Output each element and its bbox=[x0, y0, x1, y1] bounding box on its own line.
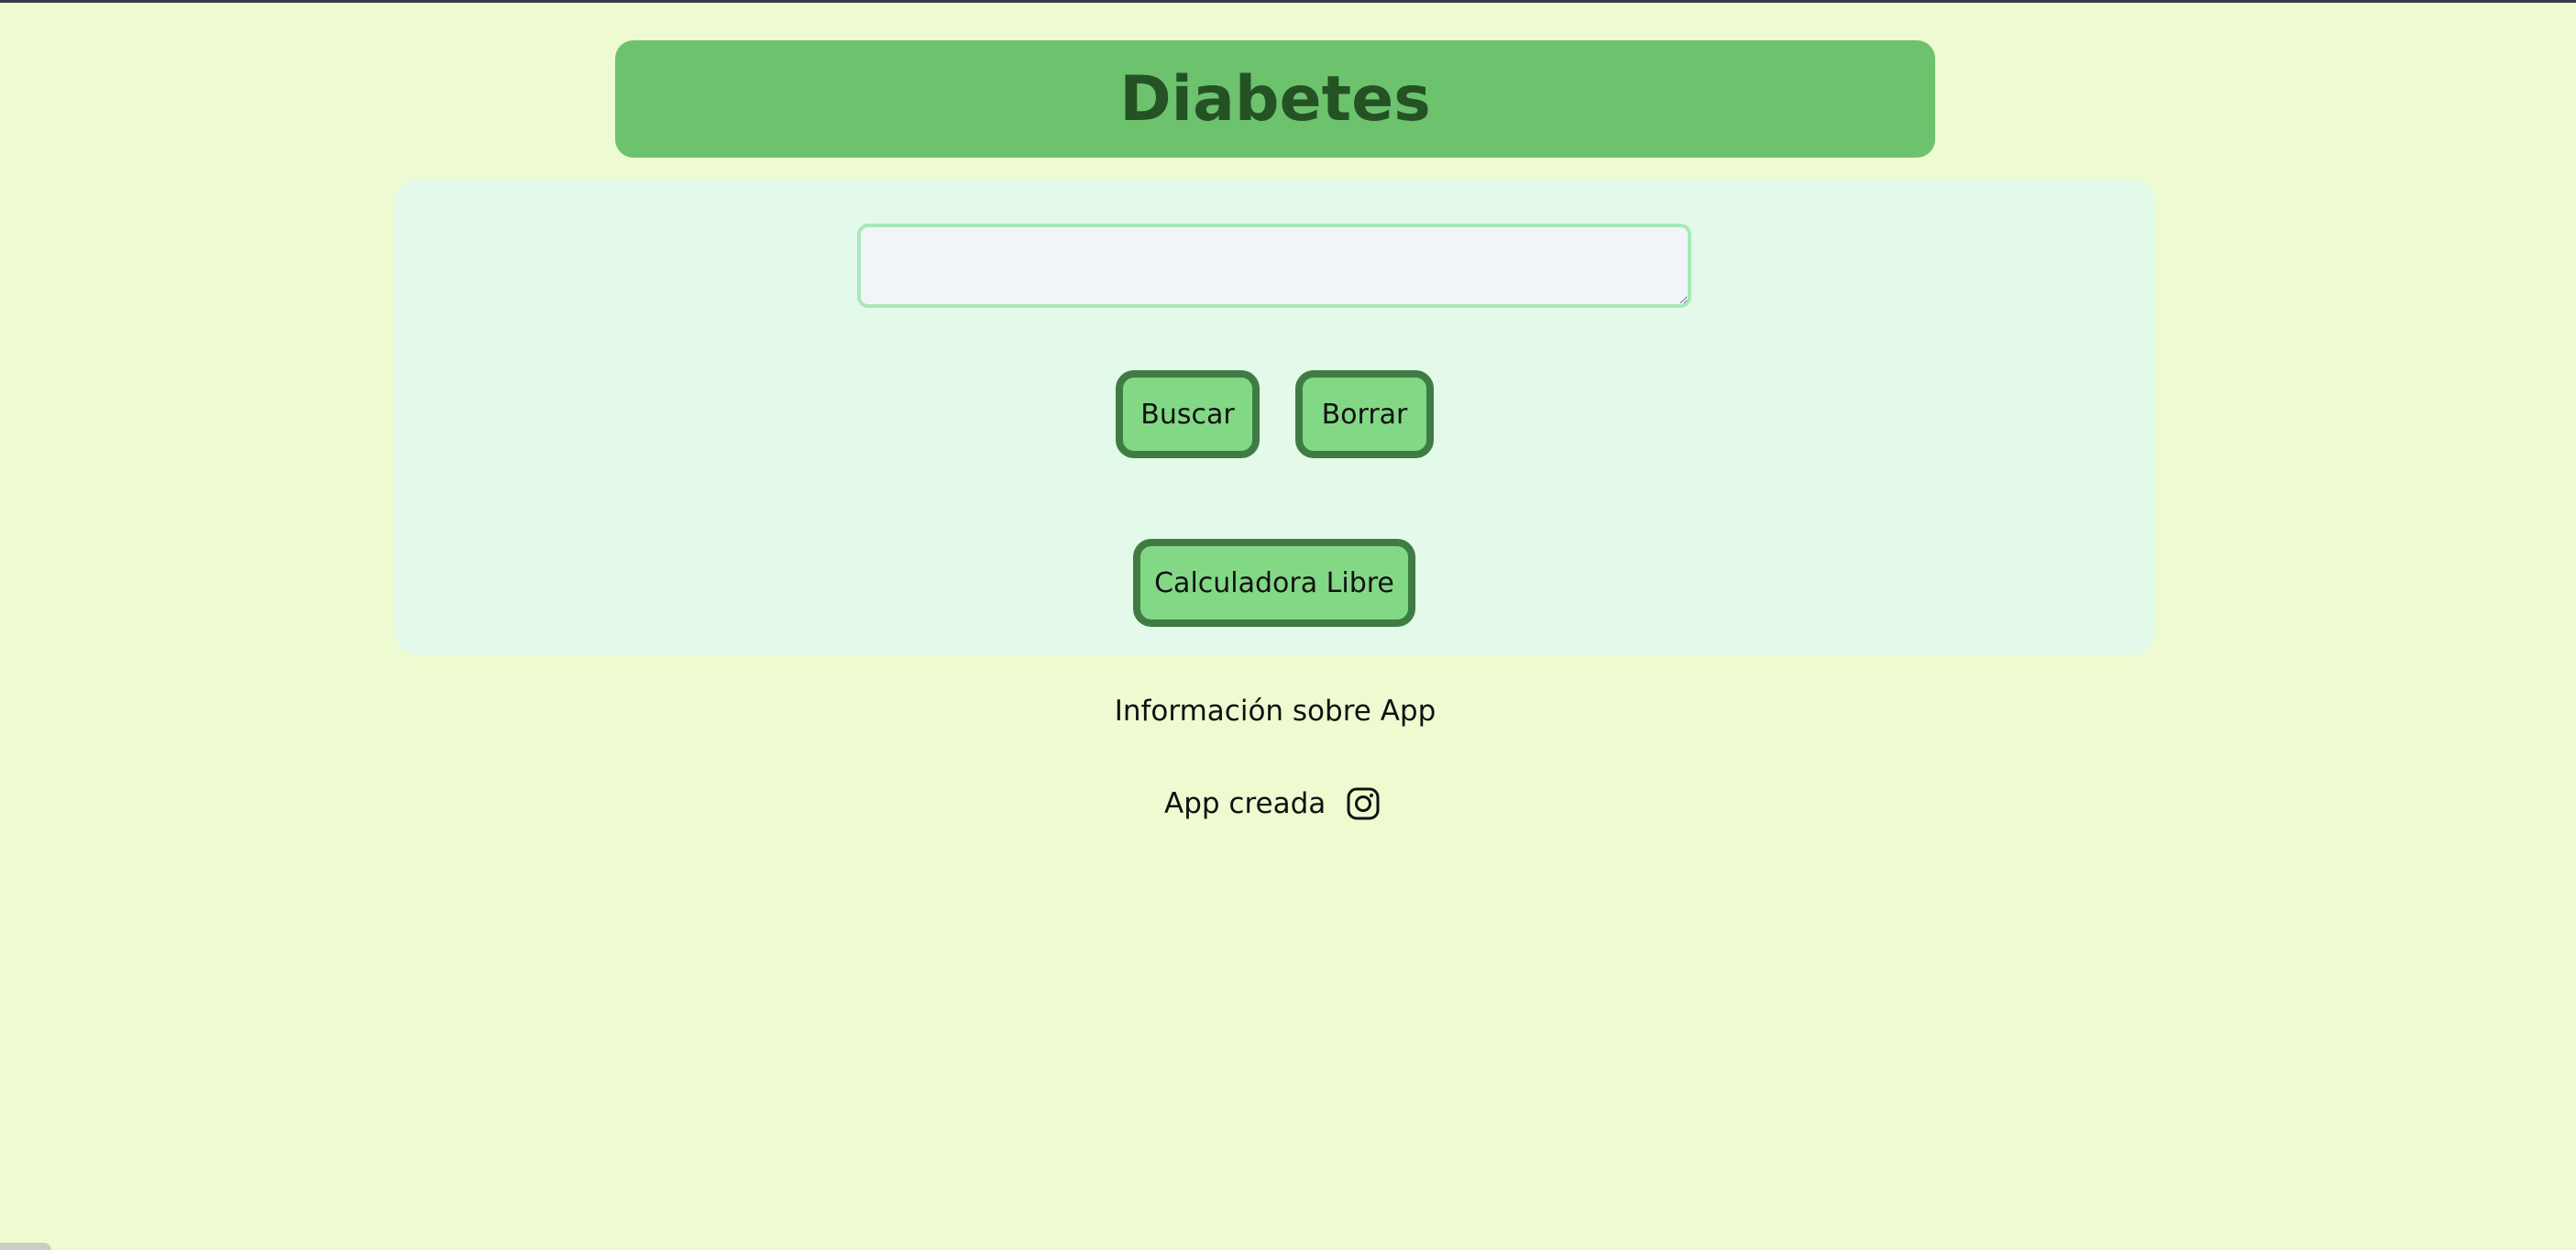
page-title: Diabetes bbox=[1119, 62, 1431, 136]
search-button[interactable]: Buscar bbox=[1116, 370, 1260, 458]
footer: App creada bbox=[1164, 781, 1381, 827]
calculator-button[interactable]: Calculadora Libre bbox=[1133, 539, 1415, 627]
app-created-label: App creada bbox=[1164, 787, 1327, 820]
app-info-link[interactable]: Información sobre App bbox=[0, 695, 2550, 728]
search-input[interactable] bbox=[857, 224, 1691, 308]
page-header: Diabetes bbox=[615, 40, 1935, 158]
instagram-icon[interactable] bbox=[1346, 786, 1381, 821]
clear-button[interactable]: Borrar bbox=[1295, 370, 1434, 458]
scrollbar-corner bbox=[0, 1243, 51, 1250]
window-top-edge bbox=[0, 0, 2576, 3]
